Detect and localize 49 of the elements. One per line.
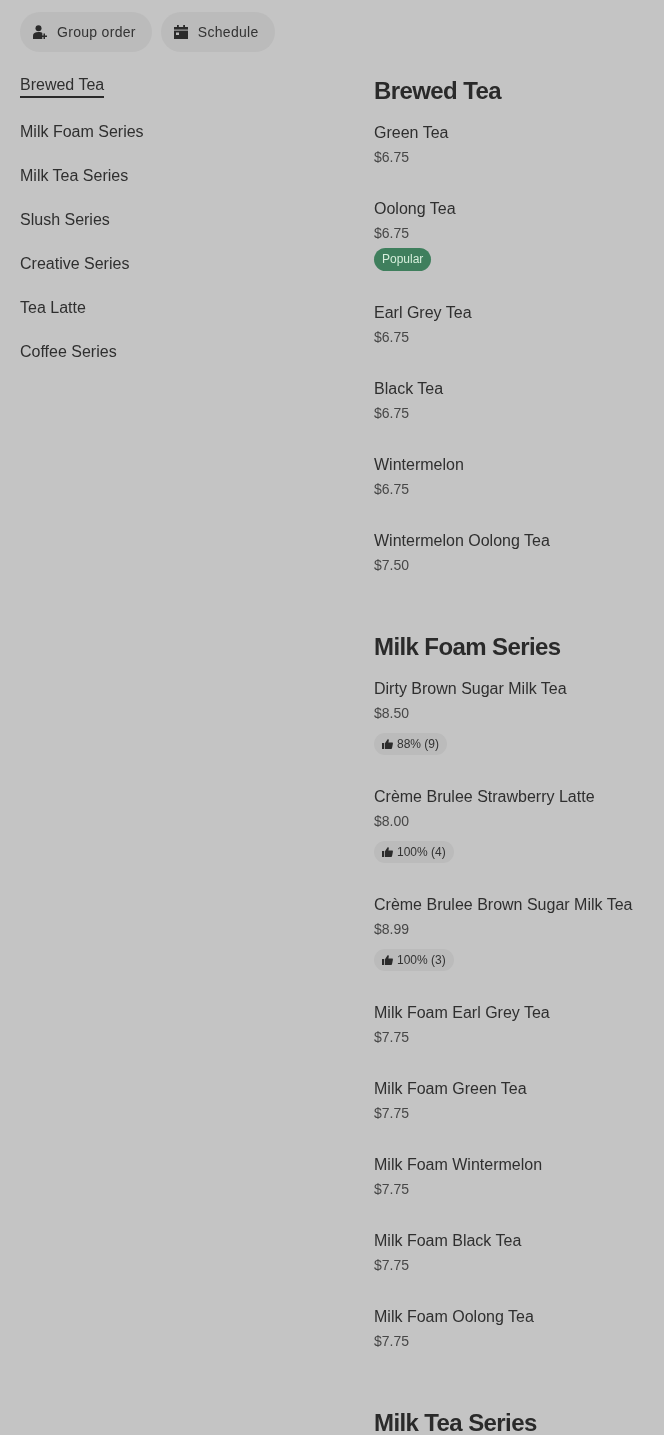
item-name: Milk Foam Earl Grey Tea [374,1003,551,1023]
thumbs-up-icon [382,847,393,857]
item-price: $7.50 [374,556,411,575]
item-price: $6.75 [374,328,411,347]
item-name: Milk Foam Black Tea [374,1231,523,1251]
rating-text: 88% (9) [397,737,440,751]
rating-text: 100% (3) [397,953,446,967]
item-name: Crème Brulee Strawberry Latte [374,787,596,807]
schedule-button[interactable]: Schedule [160,12,275,52]
item-name: Crème Brulee Brown Sugar Milk Tea [374,895,634,915]
item-price: $7.75 [374,1256,411,1275]
item-name: Earl Grey Tea [374,303,473,323]
rating-text: 100% (4) [397,845,446,859]
item-name: Milk Foam Green Tea [374,1079,528,1099]
item-name: Black Tea [374,379,445,399]
item-name: Green Tea [374,123,450,143]
item-price: $8.50 [374,704,411,723]
category-tab[interactable]: Slush Series [20,210,110,230]
item-name: Wintermelon [374,455,465,475]
item-name: Wintermelon Oolong Tea [374,531,551,551]
item-name: Dirty Brown Sugar Milk Tea [374,679,568,699]
category-tab[interactable]: Milk Tea Series [20,166,129,186]
category-tab[interactable]: Milk Foam Series [20,122,144,142]
group-order-button[interactable]: Group order [20,12,152,52]
person-plus-icon [33,25,47,39]
section-heading: Brewed Tea [374,79,503,103]
item-price: $8.99 [374,920,411,939]
thumbs-up-icon [382,739,393,749]
thumbs-up-icon [382,955,393,965]
category-tab[interactable]: Coffee Series [20,342,117,362]
item-price: $6.75 [374,404,411,423]
calendar-icon [173,25,188,39]
section-heading: Milk Tea Series [374,1411,538,1435]
item-price: $6.75 [374,148,411,167]
item-name: Milk Foam Wintermelon [374,1155,544,1175]
category-tab[interactable]: Tea Latte [20,298,86,318]
item-price: $7.75 [374,1028,411,1047]
category-tab[interactable]: Creative Series [20,254,130,274]
item-price: $6.75 [374,480,411,499]
item-name: Oolong Tea [374,199,457,219]
category-tab[interactable]: Brewed Tea [20,75,105,98]
section-heading: Milk Foam Series [374,635,562,659]
item-price: $7.75 [374,1104,411,1123]
item-name: Milk Foam Oolong Tea [374,1307,535,1327]
item-price: $7.75 [374,1332,411,1351]
item-price: $8.00 [374,812,411,831]
popular-badge: Popular [374,248,432,271]
item-price: $6.75 [374,224,411,243]
item-price: $7.75 [374,1180,411,1199]
